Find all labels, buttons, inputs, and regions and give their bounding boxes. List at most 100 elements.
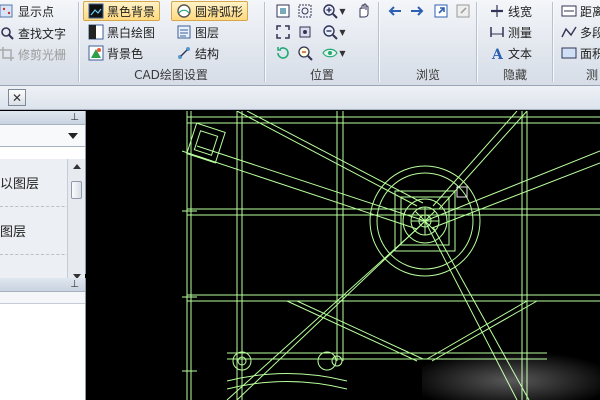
zoom-out-button[interactable]: ▼ [320, 22, 348, 42]
background-color-button[interactable]: 背景色 [83, 43, 148, 63]
rotate-icon [275, 45, 291, 61]
layers-icon [176, 24, 192, 40]
bw-drawing-button[interactable]: 黑白绘图 [83, 22, 160, 42]
zoom-window-button[interactable] [294, 1, 316, 21]
points-icon [0, 3, 15, 19]
measure-label: 测量 [508, 25, 533, 40]
crop-raster-button[interactable]: 修剪光栅 [0, 44, 71, 64]
structure-button[interactable]: 结构 [171, 43, 224, 63]
layers-combo[interactable] [0, 125, 85, 147]
text-a-icon: A [489, 45, 505, 61]
smooth-arc-button[interactable]: 圆滑弧形 [171, 1, 249, 21]
cad-settings-group-label: CAD绘图设置 [134, 68, 208, 82]
zoom-in-icon [322, 3, 339, 19]
find-text-label: 查找文字 [18, 26, 67, 41]
background-color-icon [88, 45, 104, 61]
arrow-left-icon [387, 3, 403, 19]
zoom-realtime-icon [297, 45, 313, 61]
zoom-extents-icon [275, 24, 291, 40]
measure-button[interactable]: 测量 [484, 22, 537, 42]
group-cad-settings: 黑色背景 圆滑弧形 黑白绘图 图层 背景色 结构 CAD绘图设置 [80, 0, 262, 86]
properties-panel: ⊥ [0, 278, 86, 400]
zoom-realtime-button[interactable] [294, 43, 316, 63]
group-position: ▼ ▼ ▼ 位置 [266, 0, 378, 86]
zoom-window-icon [297, 3, 313, 19]
black-background-button[interactable]: 黑色背景 [83, 1, 161, 21]
line-width-button[interactable]: 线宽 [484, 1, 537, 21]
background-color-label: 背景色 [107, 46, 144, 61]
layer-item-label: 以图层 [0, 177, 40, 192]
properties-panel-body [0, 292, 85, 304]
layers-scrollbar[interactable] [67, 159, 85, 285]
hand-icon [355, 3, 371, 19]
group-view-tools: 显示点 查找文字 修剪光栅 [0, 0, 76, 86]
pin-icon[interactable]: ⊥ [70, 278, 79, 292]
text-label: 文本 [508, 46, 533, 61]
view-options-button[interactable]: ▼ [320, 43, 348, 63]
chevron-down-icon: ▼ [339, 6, 346, 16]
group-measure: 距离 多段 面积 测 [554, 0, 600, 86]
next-button[interactable] [406, 1, 428, 21]
area-icon [561, 45, 577, 61]
rotate-button[interactable] [272, 43, 294, 63]
bw-drawing-icon [88, 24, 104, 40]
multi-segment-icon [561, 24, 577, 40]
layers-button[interactable]: 图层 [171, 22, 224, 42]
previous-button[interactable] [384, 1, 406, 21]
line-width-icon [489, 3, 505, 19]
chevron-down-icon: ▼ [339, 48, 346, 58]
fit-window-icon [275, 3, 291, 19]
open-file-button[interactable] [430, 1, 452, 21]
chevron-down-icon: ▼ [339, 27, 346, 37]
find-text-button[interactable]: 查找文字 [0, 23, 71, 43]
line-width-label: 线宽 [508, 4, 533, 19]
chevron-down-icon [68, 133, 78, 139]
distance-label: 距离 [580, 4, 600, 19]
zoom-extents-button[interactable] [272, 22, 294, 42]
show-points-label: 显示点 [18, 4, 55, 19]
multi-segment-button[interactable]: 多段 [556, 22, 600, 42]
hide-group-label: 隐藏 [502, 68, 527, 82]
group-hide: 线宽 测量 A 文本 隐藏 [478, 0, 552, 86]
layers-label: 图层 [195, 25, 220, 40]
close-document-button[interactable]: ✕ [8, 89, 26, 106]
crop-icon [0, 46, 15, 62]
browse-group-label: 浏览 [415, 68, 440, 82]
export-button[interactable] [452, 1, 474, 21]
black-background-label: 黑色背景 [107, 4, 156, 19]
pan-button[interactable] [352, 1, 374, 21]
scroll-thumb[interactable] [71, 181, 82, 199]
area-button[interactable]: 面积 [556, 43, 600, 63]
smooth-arc-icon [176, 3, 192, 19]
text-button[interactable]: A 文本 [484, 43, 537, 63]
eye-icon [322, 45, 339, 61]
multi-segment-label: 多段 [580, 25, 600, 40]
export-icon [455, 3, 471, 19]
bw-drawing-label: 黑白绘图 [107, 25, 156, 40]
fit-window-button[interactable] [272, 1, 294, 21]
zoom-selection-button[interactable] [294, 22, 316, 42]
distance-icon [561, 3, 577, 19]
zoom-in-button[interactable]: ▼ [320, 1, 348, 21]
pin-icon[interactable]: ⊥ [70, 111, 79, 125]
document-tab-bar: ✕ [0, 86, 600, 110]
area-label: 面积 [580, 46, 600, 61]
layers-panel-titlebar: ⊥ [0, 111, 85, 125]
cad-drawing-canvas[interactable] [87, 111, 600, 400]
zoom-out-icon [322, 24, 339, 40]
layers-panel: ⊥ 以图层 图层 [0, 111, 86, 285]
structure-label: 结构 [195, 46, 220, 61]
structure-icon [176, 45, 192, 61]
open-file-icon [433, 3, 449, 19]
smooth-arc-label: 圆滑弧形 [195, 4, 244, 19]
arrow-right-icon [409, 3, 425, 19]
zoom-selection-icon [297, 24, 313, 40]
scroll-up-icon[interactable] [73, 164, 81, 169]
svg-text:A: A [491, 47, 504, 61]
show-points-button[interactable]: 显示点 [0, 1, 59, 21]
find-text-icon [0, 25, 15, 41]
cad-drawing [181, 111, 600, 400]
measure-icon [489, 24, 505, 40]
ribbon: 显示点 查找文字 修剪光栅 黑色背景 圆滑弧形 黑白绘图 图层 背景色 结构 C… [0, 0, 600, 86]
distance-button[interactable]: 距离 [556, 1, 600, 21]
